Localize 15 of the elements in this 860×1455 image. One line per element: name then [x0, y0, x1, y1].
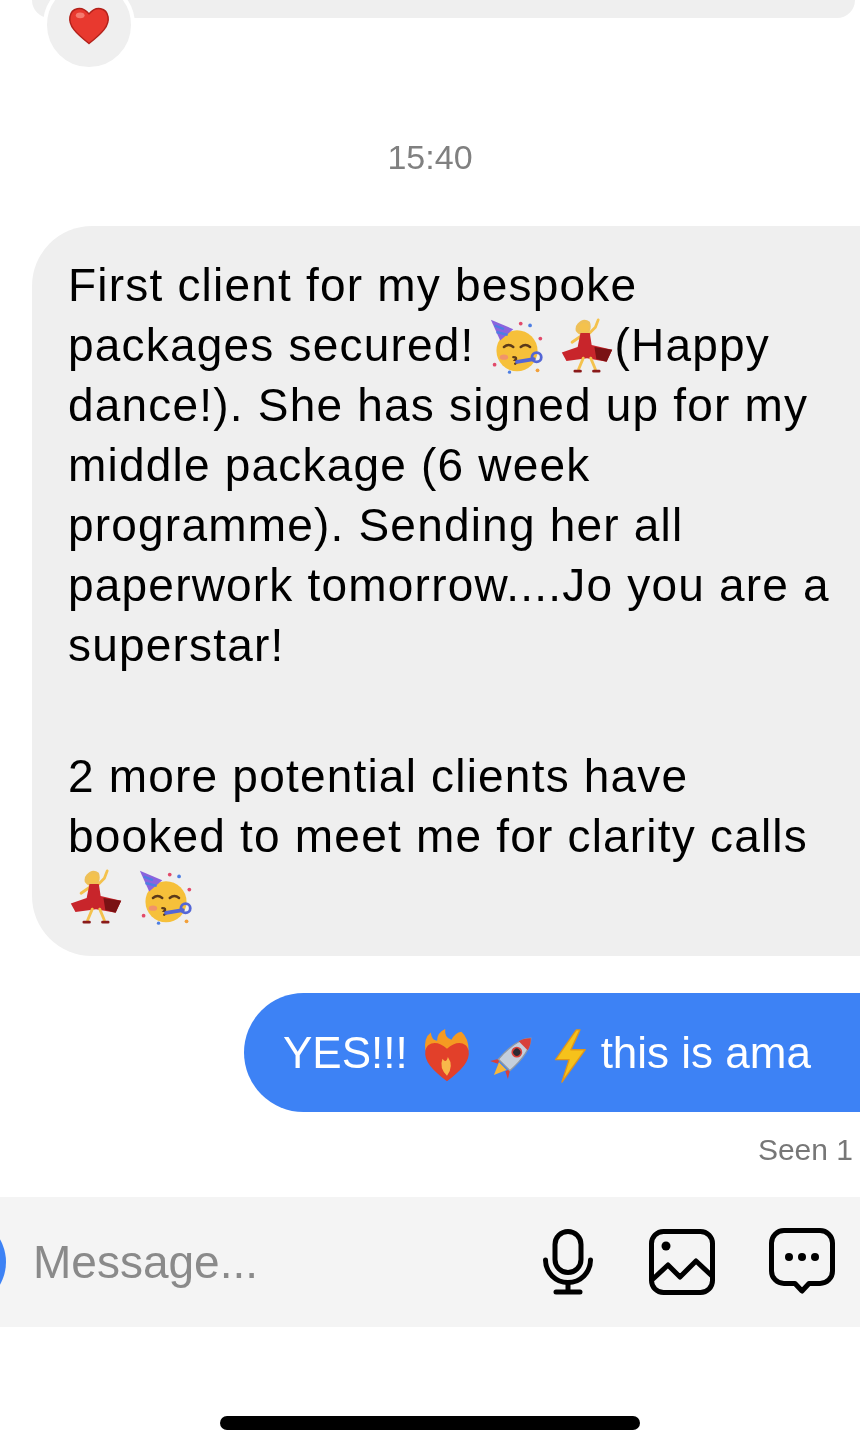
microphone-icon[interactable]: [542, 1229, 594, 1295]
image-icon[interactable]: [649, 1229, 715, 1295]
message-text: 2 more potential clients have booked to meet me for clarity calls: [68, 746, 843, 926]
round-button[interactable]: [0, 1239, 6, 1285]
lightning-icon: [552, 1029, 589, 1084]
message-text: First client for my bespoke packages secured! (Happy dance!). She has signed up for my middle package (6 week programme). Sending her all paperwork tomorrow....Jo you are a superstar!: [68, 258, 831, 673]
message-text: YES!!! this is ama: [283, 993, 811, 1112]
timestamp: 15:40: [387, 137, 473, 177]
party-face-icon: [488, 318, 545, 374]
party-face-icon: [138, 869, 194, 925]
seen-status: Seen 1: [757, 1132, 853, 1168]
message-field[interactable]: Message...: [33, 1232, 518, 1292]
message-composer[interactable]: Message...: [0, 1197, 860, 1327]
chat-bubble-icon[interactable]: [769, 1228, 835, 1296]
dancer-icon: [68, 869, 124, 925]
